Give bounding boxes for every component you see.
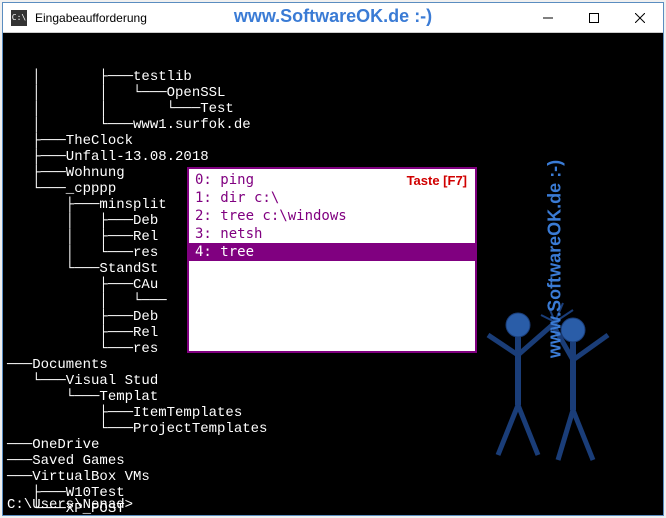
history-item[interactable]: 3: netsh bbox=[189, 225, 475, 243]
tree-line: ───Saved Games bbox=[3, 453, 663, 469]
tree-line: ───Documents bbox=[3, 357, 663, 373]
prompt: C:\Users\Nenad> bbox=[7, 497, 133, 513]
window-title: Eingabeaufforderung bbox=[35, 11, 525, 25]
tree-line: ├───Unfall-13.08.2018 bbox=[3, 149, 663, 165]
command-history-popup[interactable]: Taste [F7] 0: ping1: dir c:\2: tree c:\w… bbox=[187, 167, 477, 353]
tree-line: ├───ItemTemplates bbox=[3, 405, 663, 421]
minimize-button[interactable] bbox=[525, 3, 571, 32]
titlebar[interactable]: C:\ Eingabeaufforderung bbox=[3, 3, 663, 33]
window-controls bbox=[525, 3, 663, 32]
tree-line: └───Templat bbox=[3, 389, 663, 405]
tree-line: └───ProjectTemplates bbox=[3, 421, 663, 437]
tree-line: │ └───www1.surfok.de bbox=[3, 117, 663, 133]
history-item[interactable]: 4: tree bbox=[189, 243, 475, 261]
history-item[interactable]: 2: tree c:\windows bbox=[189, 207, 475, 225]
tree-line: └───Visual Stud bbox=[3, 373, 663, 389]
history-item[interactable]: 1: dir c:\ bbox=[189, 189, 475, 207]
tree-line: ───VirtualBox VMs bbox=[3, 469, 663, 485]
history-hint-label: Taste [F7] bbox=[407, 172, 467, 190]
maximize-button[interactable] bbox=[571, 3, 617, 32]
tree-line: ├───TheClock bbox=[3, 133, 663, 149]
tree-line: │ │ └───OpenSSL bbox=[3, 85, 663, 101]
tree-line: ───OneDrive bbox=[3, 437, 663, 453]
tree-line: │ │ └───Test bbox=[3, 101, 663, 117]
tree-line: │ ├───testlib bbox=[3, 69, 663, 85]
close-button[interactable] bbox=[617, 3, 663, 32]
cmd-icon: C:\ bbox=[11, 10, 27, 26]
